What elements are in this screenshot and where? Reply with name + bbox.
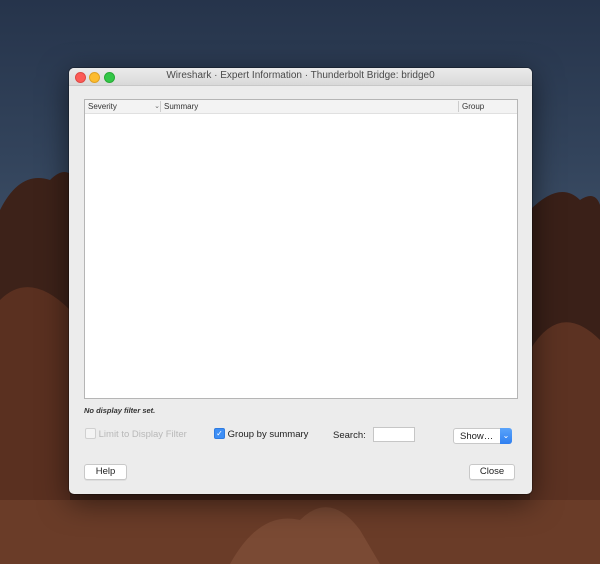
show-dropdown[interactable]: Show… ⌄ — [453, 428, 512, 444]
limit-to-display-filter-checkbox[interactable]: Limit to Display Filter — [85, 428, 187, 443]
checkbox-label: Limit to Display Filter — [98, 429, 187, 441]
checkmark-icon: ✓ — [214, 428, 225, 439]
column-header-group[interactable]: Group — [458, 101, 512, 112]
tree-header: Severity ⌄ Summary Group — [85, 100, 517, 114]
help-button[interactable]: Help — [84, 464, 127, 480]
checkbox-label: Group by summary — [227, 429, 309, 441]
expert-info-tree[interactable]: Severity ⌄ Summary Group — [84, 99, 518, 399]
window-title: Wireshark · Expert Information · Thunder… — [166, 70, 435, 81]
expert-information-window: Wireshark · Expert Information · Thunder… — [69, 68, 532, 494]
column-header-severity[interactable]: Severity ⌄ — [88, 101, 160, 112]
search-input[interactable] — [373, 427, 415, 442]
display-filter-status: No display filter set. — [84, 406, 156, 415]
show-dropdown-label: Show… — [460, 431, 494, 442]
column-label: Severity — [88, 102, 117, 111]
column-label: Group — [462, 102, 485, 111]
column-label: Summary — [164, 102, 199, 111]
close-button[interactable]: Close — [469, 464, 515, 480]
group-by-summary-checkbox[interactable]: ✓ Group by summary — [214, 428, 309, 443]
search-label: Search: — [333, 430, 366, 441]
title-bar[interactable]: Wireshark · Expert Information · Thunder… — [69, 68, 532, 86]
checkbox-unchecked-icon — [85, 428, 96, 439]
column-header-summary[interactable]: Summary — [160, 101, 454, 112]
chevron-down-icon: ⌄ — [500, 428, 512, 444]
